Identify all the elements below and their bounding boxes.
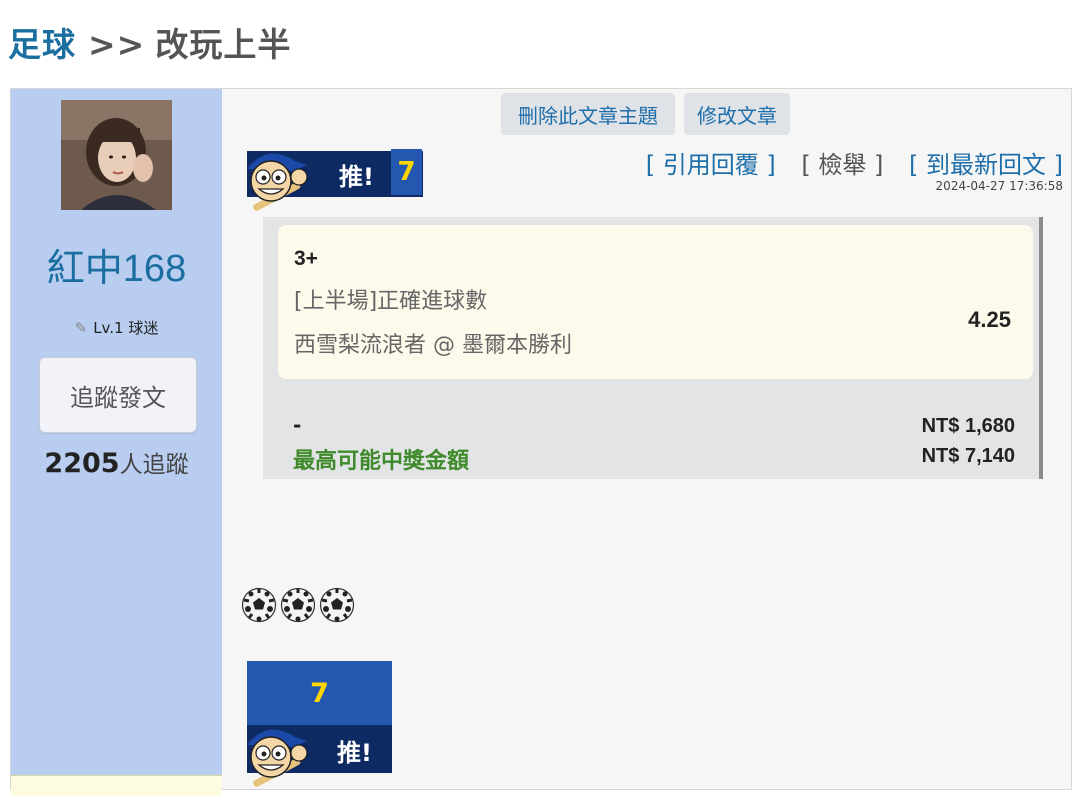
push-button-count: 7 bbox=[247, 661, 392, 725]
stake-label: - bbox=[293, 413, 302, 437]
breadcrumb-separator: >> bbox=[88, 25, 146, 64]
pencil-icon: ✎ bbox=[74, 319, 88, 337]
post-links: [ 引用回覆 ] [ 檢舉 ] [ 到最新回文 ] bbox=[628, 145, 1063, 180]
baseball-mascot-icon bbox=[247, 729, 308, 787]
author-sidebar: 紅中168 ✎ Lv.1 球迷 追蹤發文 2205人追蹤 bbox=[11, 89, 222, 775]
quote-reply-link[interactable]: [ 引用回覆 ] bbox=[646, 151, 776, 179]
author-name[interactable]: 紅中168 bbox=[11, 237, 222, 292]
post-body-emojis bbox=[241, 587, 355, 623]
push-count: 7 bbox=[391, 149, 422, 195]
followers-count: 2205人追蹤 bbox=[11, 445, 222, 479]
latest-reply-link[interactable]: [ 到最新回文 ] bbox=[909, 151, 1063, 179]
soccer-ball-icon bbox=[241, 587, 277, 623]
follow-button[interactable]: 追蹤發文 bbox=[39, 357, 197, 433]
baseball-mascot-icon bbox=[247, 153, 308, 211]
author-level: ✎ Lv.1 球迷 bbox=[11, 317, 222, 338]
delete-topic-button[interactable]: 刪除此文章主題 bbox=[501, 93, 675, 135]
author-level-text: Lv.1 球迷 bbox=[93, 319, 159, 337]
avatar-photo bbox=[61, 100, 172, 210]
max-win-label: 最高可能中獎金額 bbox=[293, 449, 470, 474]
bet-pick: 3+ bbox=[294, 247, 318, 270]
stake-amount: NT$ 1,680 bbox=[921, 415, 1015, 437]
sidebar-footer bbox=[11, 775, 222, 796]
push-button-label: 推! bbox=[337, 739, 372, 767]
push-label: 推! bbox=[339, 163, 374, 191]
push-button[interactable]: 7 推! bbox=[247, 661, 392, 787]
soccer-ball-icon bbox=[280, 587, 316, 623]
breadcrumb-category-link[interactable]: 足球 bbox=[8, 25, 76, 64]
breadcrumb: 足球 >> 改玩上半 bbox=[8, 18, 291, 66]
bet-slip: 3+ [上半場]正確進球數 西雪梨流浪者 @ 墨爾本勝利 4.25 - NT$ … bbox=[263, 217, 1043, 479]
bet-market: [上半場]正確進球數 bbox=[294, 289, 488, 314]
followers-suffix: 人追蹤 bbox=[119, 452, 189, 478]
post-title: 改玩上半 bbox=[155, 25, 292, 64]
followers-number: 2205 bbox=[44, 448, 120, 479]
report-link[interactable]: [ 檢舉 ] bbox=[801, 151, 883, 179]
bet-selection: 3+ [上半場]正確進球數 西雪梨流浪者 @ 墨爾本勝利 4.25 bbox=[278, 225, 1033, 379]
max-win-amount: NT$ 7,140 bbox=[921, 445, 1015, 467]
soccer-ball-icon bbox=[319, 587, 355, 623]
bet-odds: 4.25 bbox=[968, 307, 1011, 332]
avatar[interactable] bbox=[61, 100, 172, 210]
edit-post-button[interactable]: 修改文章 bbox=[684, 93, 790, 135]
post-frame: 紅中168 ✎ Lv.1 球迷 追蹤發文 2205人追蹤 刪除此文章主題 修改文章… bbox=[10, 88, 1072, 796]
bet-match: 西雪梨流浪者 @ 墨爾本勝利 bbox=[294, 333, 572, 358]
push-badge[interactable]: 推! 7 bbox=[247, 149, 423, 211]
post-timestamp: 2024-04-27 17:36:58 bbox=[935, 179, 1063, 193]
